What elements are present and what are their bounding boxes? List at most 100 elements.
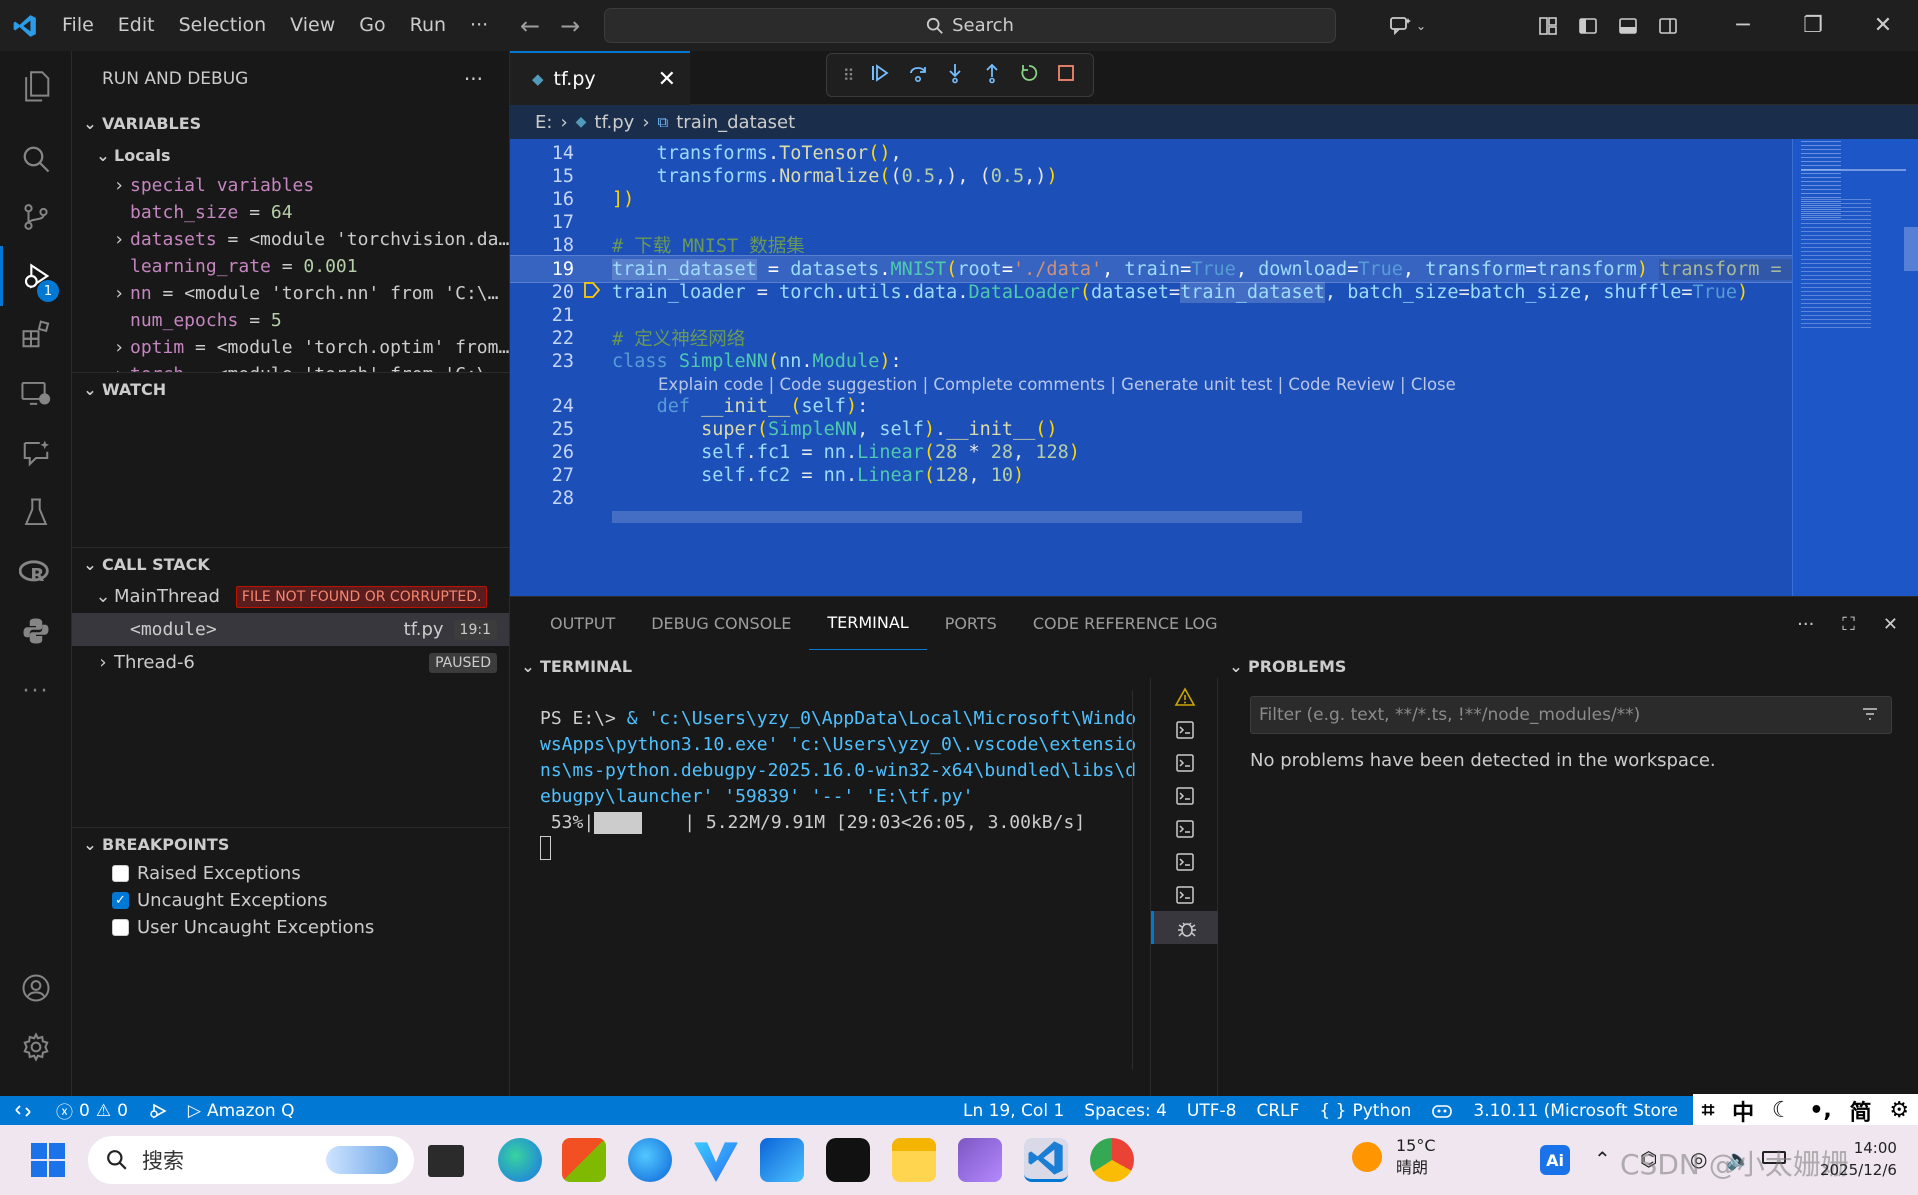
command-center-search[interactable]: Search: [604, 8, 1336, 43]
problems-filter-input[interactable]: Filter (e.g. text, **/*.ts, !**/node_mod…: [1250, 696, 1892, 734]
visual-studio-preview-icon[interactable]: [958, 1138, 1002, 1182]
codelens-actions[interactable]: Explain code | Code suggestion | Complet…: [658, 375, 1456, 394]
weather-widget[interactable]: 15°C 晴朗: [1352, 1135, 1436, 1179]
problems-section-header[interactable]: ⌄ PROBLEMS: [1218, 650, 1918, 682]
amazon-q-status[interactable]: ▷ Amazon Q: [178, 1096, 305, 1125]
terminal-instance-icon[interactable]: [1151, 746, 1219, 779]
minimap[interactable]: [1792, 139, 1918, 596]
windows-start-icon[interactable]: [30, 1142, 66, 1183]
source-control-icon[interactable]: [0, 187, 72, 247]
tab-tf-py[interactable]: ◆ tf.py ✕: [510, 51, 690, 105]
search-view-icon[interactable]: [0, 129, 72, 189]
menu-selection[interactable]: Selection: [167, 0, 279, 51]
chatgpt-icon[interactable]: [826, 1138, 870, 1182]
toggle-secondary-sidebar-icon[interactable]: [1648, 0, 1688, 51]
tray-chevron-up-icon[interactable]: ⌃: [1594, 1147, 1611, 1171]
locals-scope[interactable]: ⌄ Locals: [72, 139, 509, 172]
outlook-icon[interactable]: [760, 1138, 804, 1182]
step-over-icon[interactable]: [907, 62, 929, 89]
toggle-panel-icon[interactable]: [1608, 0, 1648, 51]
drag-handle-icon[interactable]: ⠿: [843, 66, 855, 85]
problems-counter[interactable]: ⓧ 0 ⚠ 0: [46, 1096, 138, 1125]
close-tab-icon[interactable]: ✕: [658, 67, 676, 92]
warning-icon[interactable]: [1151, 680, 1219, 713]
terminal-instance-icon[interactable]: [1151, 812, 1219, 845]
ime-moon-icon[interactable]: ☾: [1772, 1098, 1792, 1123]
variable-row[interactable]: › optim = <module 'torch.optim' from…: [72, 334, 509, 361]
step-into-icon[interactable]: [944, 62, 966, 89]
system-clock[interactable]: 14:00 2025/12/6: [1820, 1137, 1897, 1181]
horizontal-scrollbar[interactable]: [612, 511, 1302, 523]
continue-icon[interactable]: [869, 62, 891, 89]
maximize-panel-icon[interactable]: ⛶: [1842, 614, 1855, 635]
end-of-line[interactable]: CRLF: [1246, 1096, 1309, 1125]
tab-terminal[interactable]: TERMINAL: [809, 597, 927, 651]
menu-go[interactable]: Go: [347, 0, 397, 51]
ai-tray-icon[interactable]: Ai: [1540, 1145, 1570, 1175]
explorer-icon[interactable]: [0, 57, 72, 117]
watch-section-header[interactable]: ⌄ WATCH: [72, 373, 509, 405]
run-debug-icon[interactable]: 1: [0, 246, 72, 306]
stop-icon[interactable]: [1055, 62, 1077, 89]
menu-edit[interactable]: Edit: [106, 0, 167, 51]
copilot-chat-icon[interactable]: ⌄: [1378, 0, 1438, 51]
restore-button[interactable]: ❐: [1778, 0, 1848, 51]
variable-row[interactable]: ›torch = <module 'torch' from 'C:\…: [72, 361, 509, 372]
panel-more-icon[interactable]: ···: [1797, 614, 1814, 635]
breakpoint-item[interactable]: User Uncaught Exceptions: [72, 914, 509, 941]
breadcrumb-file[interactable]: tf.py: [594, 112, 634, 133]
python-icon[interactable]: [0, 601, 72, 661]
menu-view[interactable]: View: [278, 0, 347, 51]
restart-icon[interactable]: [1018, 62, 1040, 89]
more-views-icon[interactable]: ···: [0, 661, 72, 721]
variable-row[interactable]: › datasets = <module 'torchvision.da…: [72, 226, 509, 253]
debug-terminal-bug-icon[interactable]: [1151, 911, 1219, 944]
breakpoint-item[interactable]: Raised Exceptions: [72, 860, 509, 887]
callstack-thread-6[interactable]: › Thread-6 PAUSED: [72, 646, 509, 679]
cursor-position[interactable]: Ln 19, Col 1: [953, 1096, 1074, 1125]
terminal-instance-icon[interactable]: [1151, 779, 1219, 812]
code-editor[interactable]: 14 transforms.ToTensor(), 15 transforms.…: [510, 139, 1918, 596]
extensions-icon[interactable]: [0, 305, 72, 365]
close-window-button[interactable]: ✕: [1848, 0, 1918, 51]
ime-grid-icon[interactable]: ⌗: [1702, 1098, 1714, 1123]
variable-row[interactable]: › special variables: [72, 172, 509, 199]
callstack-section-header[interactable]: ⌄ CALL STACK: [72, 548, 509, 580]
variable-row[interactable]: batch_size = 64: [72, 199, 509, 226]
edge-icon[interactable]: [498, 1138, 542, 1182]
terminal-instance-icon[interactable]: [1151, 845, 1219, 878]
breakpoint-checkbox[interactable]: [112, 865, 129, 882]
callstack-main-thread[interactable]: ⌄ MainThread FILE NOT FOUND OR CORRUPTED…: [72, 580, 509, 613]
forward-arrow-icon[interactable]: →: [560, 12, 580, 40]
r-language-icon[interactable]: R: [0, 542, 72, 602]
variable-row[interactable]: learning_rate = 0.001: [72, 253, 509, 280]
settings-gear-icon[interactable]: [0, 1017, 72, 1077]
taskbar-search[interactable]: 搜索: [88, 1136, 414, 1184]
breakpoint-checkbox[interactable]: ✓: [112, 892, 129, 909]
indentation[interactable]: Spaces: 4: [1074, 1096, 1177, 1125]
chat-icon[interactable]: [0, 423, 72, 483]
back-arrow-icon[interactable]: ←: [520, 12, 540, 40]
accounts-icon[interactable]: [0, 958, 72, 1018]
ime-simplified[interactable]: 简: [1850, 1095, 1872, 1127]
v-app-icon[interactable]: [694, 1142, 738, 1182]
ime-chinese-mode[interactable]: 中: [1732, 1095, 1754, 1127]
terminal-section-header[interactable]: ⌄ TERMINAL: [510, 650, 1150, 682]
step-out-icon[interactable]: [981, 62, 1003, 89]
tab-ports[interactable]: PORTS: [927, 597, 1015, 651]
terminal-instance-icon[interactable]: [1151, 713, 1219, 746]
close-panel-icon[interactable]: ✕: [1883, 614, 1898, 635]
tab-debug-console[interactable]: DEBUG CONSOLE: [633, 597, 809, 651]
variables-section-header[interactable]: ⌄ VARIABLES: [72, 107, 509, 139]
copilot-status[interactable]: [1421, 1096, 1463, 1125]
terminal-scrollbar[interactable]: [1132, 690, 1138, 1070]
debug-status[interactable]: [138, 1096, 178, 1125]
menu-run[interactable]: Run: [398, 0, 458, 51]
language-mode[interactable]: { } Python: [1309, 1096, 1421, 1125]
tab-code-reference-log[interactable]: CODE REFERENCE LOG: [1015, 597, 1236, 651]
callstack-frame-module[interactable]: <module> tf.py 19:1: [72, 613, 509, 646]
sidebar-more-icon[interactable]: ···: [464, 67, 483, 91]
testing-flask-icon[interactable]: [0, 483, 72, 543]
ime-punctuation-icon[interactable]: •,: [1809, 1098, 1831, 1123]
tab-output[interactable]: OUTPUT: [532, 597, 633, 651]
